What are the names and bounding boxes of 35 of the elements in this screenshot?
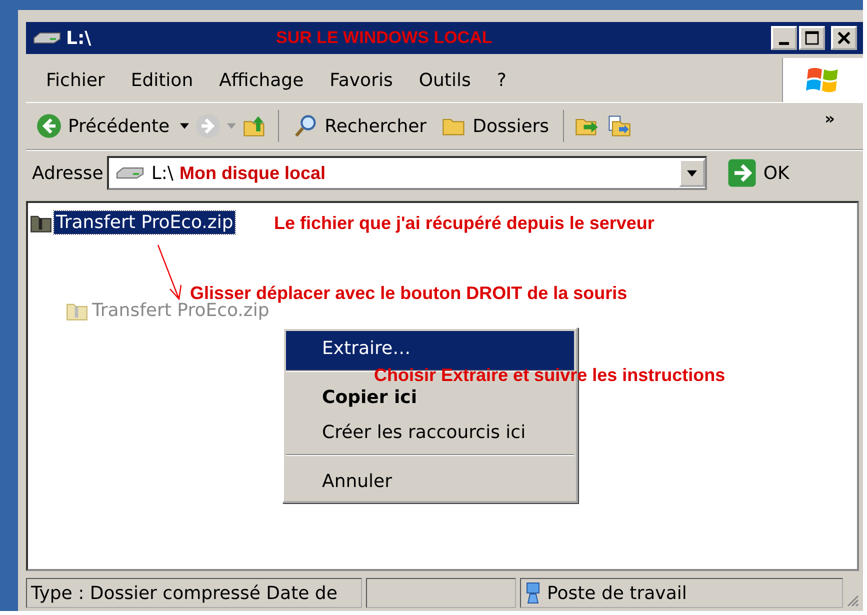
minimize-icon bbox=[779, 42, 789, 44]
copy-to-folder-icon[interactable] bbox=[606, 113, 632, 139]
status-text: Type : Dossier compressé Date de bbox=[31, 582, 338, 604]
dropdown-button[interactable] bbox=[679, 159, 706, 187]
drive-icon bbox=[115, 166, 146, 180]
address-label: Adresse bbox=[32, 162, 104, 184]
address-field[interactable]: L:\ Mon disque local bbox=[107, 156, 708, 190]
status-text: Poste de travail bbox=[547, 582, 687, 604]
window-caption: SUR LE WINDOWS LOCAL bbox=[276, 28, 492, 48]
back-button[interactable]: Précédente bbox=[32, 113, 174, 139]
search-button[interactable]: Rechercher bbox=[288, 113, 431, 139]
context-menu-item[interactable]: Annuler bbox=[286, 463, 574, 499]
menu-item[interactable]: Outils bbox=[406, 70, 483, 90]
drive-icon bbox=[32, 31, 62, 45]
annotation: Le fichier que j'ai récupéré depuis le serveur bbox=[274, 213, 654, 234]
context-menu-item[interactable]: Créer les raccourcis ici bbox=[286, 415, 574, 455]
maximize-button[interactable] bbox=[799, 26, 825, 50]
computer-icon bbox=[525, 582, 541, 604]
toolbar-overflow[interactable]: » bbox=[824, 109, 835, 128]
file-name[interactable]: Transfert ProEco.zip bbox=[54, 211, 236, 234]
window-title: L:\ bbox=[66, 28, 92, 48]
close-button[interactable] bbox=[831, 26, 857, 50]
close-icon bbox=[836, 30, 852, 46]
menu-item[interactable]: Edition bbox=[118, 70, 206, 90]
menu-item[interactable]: Favoris bbox=[318, 70, 405, 90]
caret-icon bbox=[687, 170, 698, 176]
maximize-icon bbox=[804, 30, 820, 46]
folders-button[interactable]: Dossiers bbox=[436, 113, 554, 139]
menu-item[interactable]: Affichage bbox=[207, 70, 316, 90]
minimize-button[interactable] bbox=[771, 26, 797, 50]
caret-icon[interactable] bbox=[180, 123, 189, 129]
resize-grip-icon[interactable] bbox=[845, 593, 859, 607]
menu-item[interactable]: Fichier bbox=[34, 70, 117, 90]
go-button[interactable]: OK bbox=[721, 157, 796, 189]
menu-item[interactable]: ? bbox=[484, 70, 518, 90]
